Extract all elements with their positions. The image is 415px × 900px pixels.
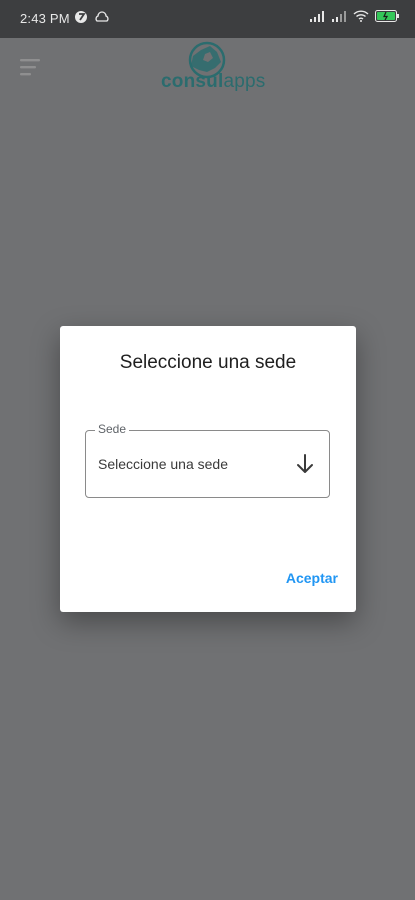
- status-time: 2:43 PM: [20, 11, 70, 26]
- signal-icon: [332, 11, 346, 22]
- cloud-icon: [95, 11, 109, 22]
- status-right-icons: [309, 10, 401, 22]
- select-site-dialog: Seleccione una sede Sede Seleccione una …: [60, 326, 356, 612]
- app-notification-icon: [75, 11, 87, 23]
- menu-icon[interactable]: [20, 58, 42, 78]
- logo-text-light: apps: [223, 71, 266, 92]
- logo-wordmark: consulapps: [161, 72, 265, 91]
- dialog-title: Seleccione una sede: [119, 352, 297, 373]
- wifi-icon: [353, 10, 369, 22]
- accept-button[interactable]: Aceptar: [286, 570, 338, 586]
- site-select-value[interactable]: Seleccione una sede: [98, 456, 228, 472]
- arrow-down-icon[interactable]: [295, 453, 315, 475]
- status-bar: 2:43 PM: [0, 0, 415, 38]
- site-select-field[interactable]: Sede Seleccione una sede: [85, 422, 330, 498]
- status-left-icons: [74, 10, 110, 24]
- logo-text-bold: consul: [161, 71, 224, 92]
- site-select-label: Sede: [95, 422, 130, 436]
- battery-icon: [375, 10, 399, 22]
- signal-icon: [310, 11, 324, 22]
